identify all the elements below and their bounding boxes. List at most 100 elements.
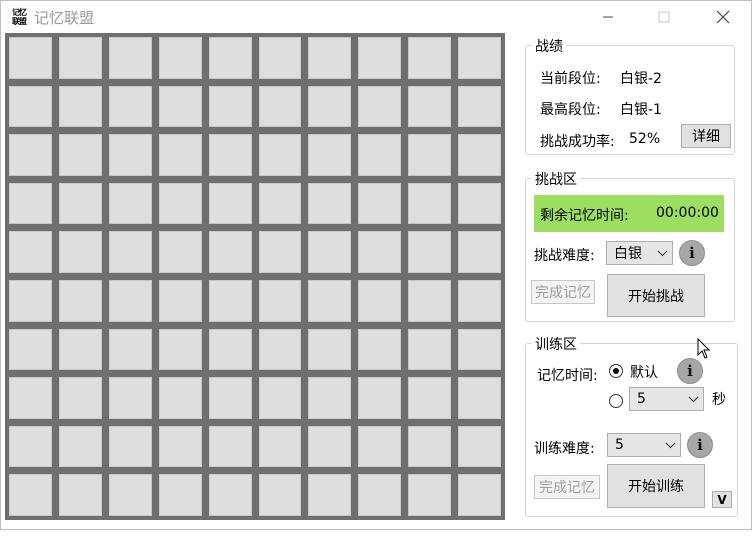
custom-time-select[interactable]: 5: [629, 387, 704, 411]
details-button[interactable]: 详细: [681, 124, 731, 148]
grid-cell[interactable]: [258, 474, 302, 516]
grid-cell[interactable]: [9, 231, 52, 273]
grid-cell[interactable]: [258, 328, 302, 371]
grid-cell[interactable]: [208, 182, 252, 225]
grid-cell[interactable]: [58, 134, 102, 176]
grid-cell[interactable]: [358, 328, 402, 371]
grid-cell[interactable]: [108, 85, 152, 128]
grid-cell[interactable]: [358, 134, 402, 176]
challenge-difficulty-select[interactable]: 白银: [606, 241, 673, 265]
grid-cell[interactable]: [208, 134, 252, 176]
grid-cell[interactable]: [458, 134, 501, 176]
grid-cell[interactable]: [58, 474, 102, 516]
grid-cell[interactable]: [358, 182, 402, 225]
grid-cell[interactable]: [208, 474, 252, 516]
grid-cell[interactable]: [408, 134, 452, 176]
grid-cell[interactable]: [58, 182, 102, 225]
grid-cell[interactable]: [58, 328, 102, 371]
grid-cell[interactable]: [408, 279, 452, 322]
grid-cell[interactable]: [9, 134, 52, 176]
grid-cell[interactable]: [358, 474, 402, 516]
grid-cell[interactable]: [358, 231, 402, 273]
grid-cell[interactable]: [358, 279, 402, 322]
grid-cell[interactable]: [9, 85, 52, 128]
grid-cell[interactable]: [158, 474, 202, 516]
grid-cell[interactable]: [58, 37, 102, 79]
grid-cell[interactable]: [158, 328, 202, 371]
grid-cell[interactable]: [308, 231, 352, 273]
training-difficulty-info-icon[interactable]: i: [687, 432, 713, 458]
grid-cell[interactable]: [258, 134, 302, 176]
grid-cell[interactable]: [158, 231, 202, 273]
grid-cell[interactable]: [308, 85, 352, 128]
grid-cell[interactable]: [58, 279, 102, 322]
grid-cell[interactable]: [258, 182, 302, 225]
grid-cell[interactable]: [358, 37, 402, 79]
grid-cell[interactable]: [258, 377, 302, 419]
grid-cell[interactable]: [108, 377, 152, 419]
grid-cell[interactable]: [158, 425, 202, 468]
grid-cell[interactable]: [158, 134, 202, 176]
start-training-button[interactable]: 开始训练: [607, 464, 705, 508]
grid-cell[interactable]: [458, 425, 501, 468]
grid-cell[interactable]: [9, 182, 52, 225]
challenge-finish-button[interactable]: 完成记忆: [531, 280, 595, 304]
grid-cell[interactable]: [458, 182, 501, 225]
grid-cell[interactable]: [208, 425, 252, 468]
grid-cell[interactable]: [58, 377, 102, 419]
grid-cell[interactable]: [9, 377, 52, 419]
grid-cell[interactable]: [108, 474, 152, 516]
training-difficulty-select[interactable]: 5: [607, 433, 681, 457]
grid-cell[interactable]: [9, 279, 52, 322]
grid-cell[interactable]: [208, 328, 252, 371]
grid-cell[interactable]: [308, 37, 352, 79]
grid-cell[interactable]: [308, 425, 352, 468]
grid-cell[interactable]: [408, 231, 452, 273]
grid-cell[interactable]: [358, 85, 402, 128]
grid-cell[interactable]: [458, 279, 501, 322]
grid-cell[interactable]: [458, 37, 501, 79]
grid-cell[interactable]: [458, 474, 501, 516]
grid-cell[interactable]: [208, 231, 252, 273]
grid-cell[interactable]: [408, 85, 452, 128]
grid-cell[interactable]: [258, 231, 302, 273]
grid-cell[interactable]: [158, 85, 202, 128]
training-finish-button[interactable]: 完成记忆: [534, 475, 600, 499]
grid-cell[interactable]: [408, 425, 452, 468]
start-challenge-button[interactable]: 开始挑战: [607, 274, 705, 317]
grid-cell[interactable]: [158, 377, 202, 419]
grid-cell[interactable]: [258, 37, 302, 79]
grid-cell[interactable]: [208, 279, 252, 322]
grid-cell[interactable]: [308, 182, 352, 225]
grid-cell[interactable]: [458, 328, 501, 371]
grid-cell[interactable]: [58, 425, 102, 468]
grid-cell[interactable]: [408, 474, 452, 516]
custom-time-radio[interactable]: [609, 394, 623, 408]
grid-cell[interactable]: [358, 377, 402, 419]
grid-cell[interactable]: [9, 474, 52, 516]
grid-cell[interactable]: [458, 231, 501, 273]
training-time-info-icon[interactable]: i: [677, 358, 703, 384]
grid-cell[interactable]: [308, 474, 352, 516]
grid-cell[interactable]: [58, 85, 102, 128]
grid-cell[interactable]: [9, 328, 52, 371]
grid-cell[interactable]: [9, 37, 52, 79]
grid-cell[interactable]: [208, 377, 252, 419]
grid-cell[interactable]: [258, 85, 302, 128]
grid-cell[interactable]: [358, 425, 402, 468]
grid-cell[interactable]: [408, 328, 452, 371]
grid-cell[interactable]: [158, 37, 202, 79]
grid-cell[interactable]: [258, 279, 302, 322]
grid-cell[interactable]: [208, 37, 252, 79]
v-button[interactable]: V: [712, 491, 732, 508]
grid-cell[interactable]: [458, 377, 501, 419]
grid-cell[interactable]: [108, 328, 152, 371]
grid-cell[interactable]: [9, 425, 52, 468]
close-button[interactable]: [700, 1, 746, 33]
grid-cell[interactable]: [108, 231, 152, 273]
grid-cell[interactable]: [108, 37, 152, 79]
maximize-button[interactable]: [641, 1, 687, 33]
challenge-info-icon[interactable]: i: [679, 240, 705, 266]
grid-cell[interactable]: [308, 328, 352, 371]
grid-cell[interactable]: [258, 425, 302, 468]
